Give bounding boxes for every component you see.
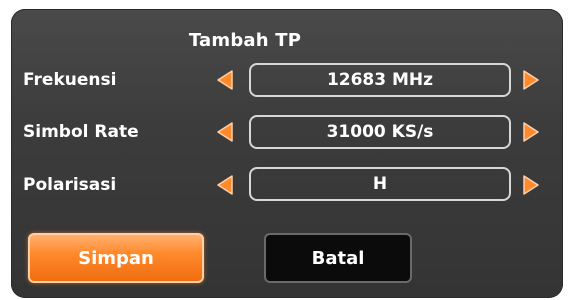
batal-button[interactable]: Batal [264, 233, 412, 283]
simbol-rate-field[interactable]: 31000 KS/s [249, 115, 511, 149]
polarisasi-value: H [372, 174, 388, 194]
polarisasi-field[interactable]: H [249, 167, 511, 201]
simbol-rate-increase-icon[interactable] [520, 120, 542, 144]
batal-label: Batal [311, 247, 365, 269]
frekuensi-field[interactable]: 12683 MHz [249, 63, 511, 97]
simpan-label: Simpan [78, 247, 154, 269]
frekuensi-value: 12683 MHz [326, 70, 434, 90]
polarisasi-decrease-icon[interactable] [214, 173, 236, 197]
polarisasi-label: Polarisasi [23, 175, 117, 195]
simbol-rate-decrease-icon[interactable] [214, 120, 236, 144]
simpan-button[interactable]: Simpan [28, 233, 204, 283]
frekuensi-decrease-icon[interactable] [214, 68, 236, 92]
polarisasi-increase-icon[interactable] [520, 173, 542, 197]
dialog-title: Tambah TP [188, 30, 302, 51]
frekuensi-increase-icon[interactable] [520, 68, 542, 92]
simbol-rate-label: Simbol Rate [23, 122, 139, 142]
frekuensi-label: Frekuensi [23, 70, 117, 90]
simbol-rate-value: 31000 KS/s [326, 122, 434, 142]
